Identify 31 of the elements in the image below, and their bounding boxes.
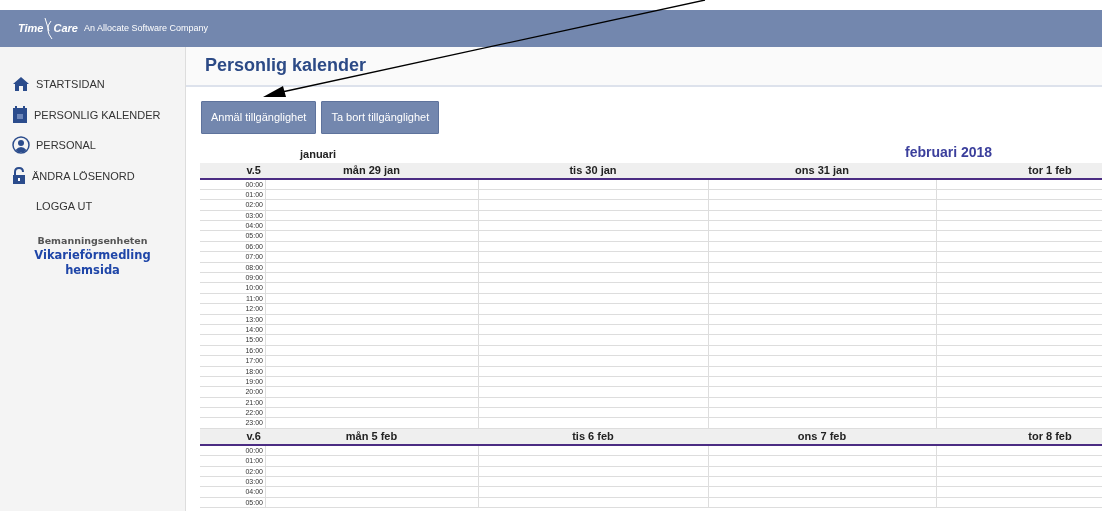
time-slot[interactable] (936, 445, 1102, 457)
day-header: tis 30 jan (478, 162, 708, 180)
sidebar-item[interactable]: PERSONLIG KALENDER (0, 99, 185, 130)
day-header: mån 29 jan (265, 162, 478, 180)
sidebar-item[interactable]: STARTSIDAN (0, 69, 185, 100)
person-icon (12, 136, 30, 155)
day-header: tor 1 feb (936, 162, 1102, 180)
time-slot[interactable] (708, 179, 936, 190)
time-slot[interactable] (478, 445, 708, 457)
action-button[interactable]: Ta bort tillgänglighet (321, 101, 440, 134)
week-number: v.5 (200, 162, 265, 180)
page-title: Personlig kalender (205, 55, 367, 77)
unit-label: Bemanningsenheten (36, 233, 149, 248)
sidebar-item[interactable]: PERSONAL (0, 130, 185, 161)
time-slot[interactable] (708, 445, 936, 457)
month-label: januari (298, 147, 338, 162)
homepage-link[interactable]: Vikarieförmedling hemsida (0, 247, 185, 279)
sidebar-item[interactable]: ÄNDRA LÖSENORD (0, 160, 185, 191)
action-button[interactable]: Anmäl tillgänglighet (201, 101, 317, 134)
sidebar-item[interactable]: LOGGA UT (0, 191, 185, 222)
house-icon (12, 76, 30, 93)
calendar-icon (12, 105, 28, 124)
company-tagline: An Allocate Software Company (83, 21, 209, 35)
time-slot[interactable] (936, 179, 1102, 190)
padlock-icon (12, 166, 26, 185)
time-slot[interactable] (478, 179, 708, 190)
time-slot[interactable] (265, 179, 478, 190)
month-label: februari 2018 (905, 145, 994, 162)
time-slot[interactable] (265, 445, 478, 457)
day-header: ons 31 jan (708, 162, 936, 180)
logo: Time Care (18, 16, 78, 41)
